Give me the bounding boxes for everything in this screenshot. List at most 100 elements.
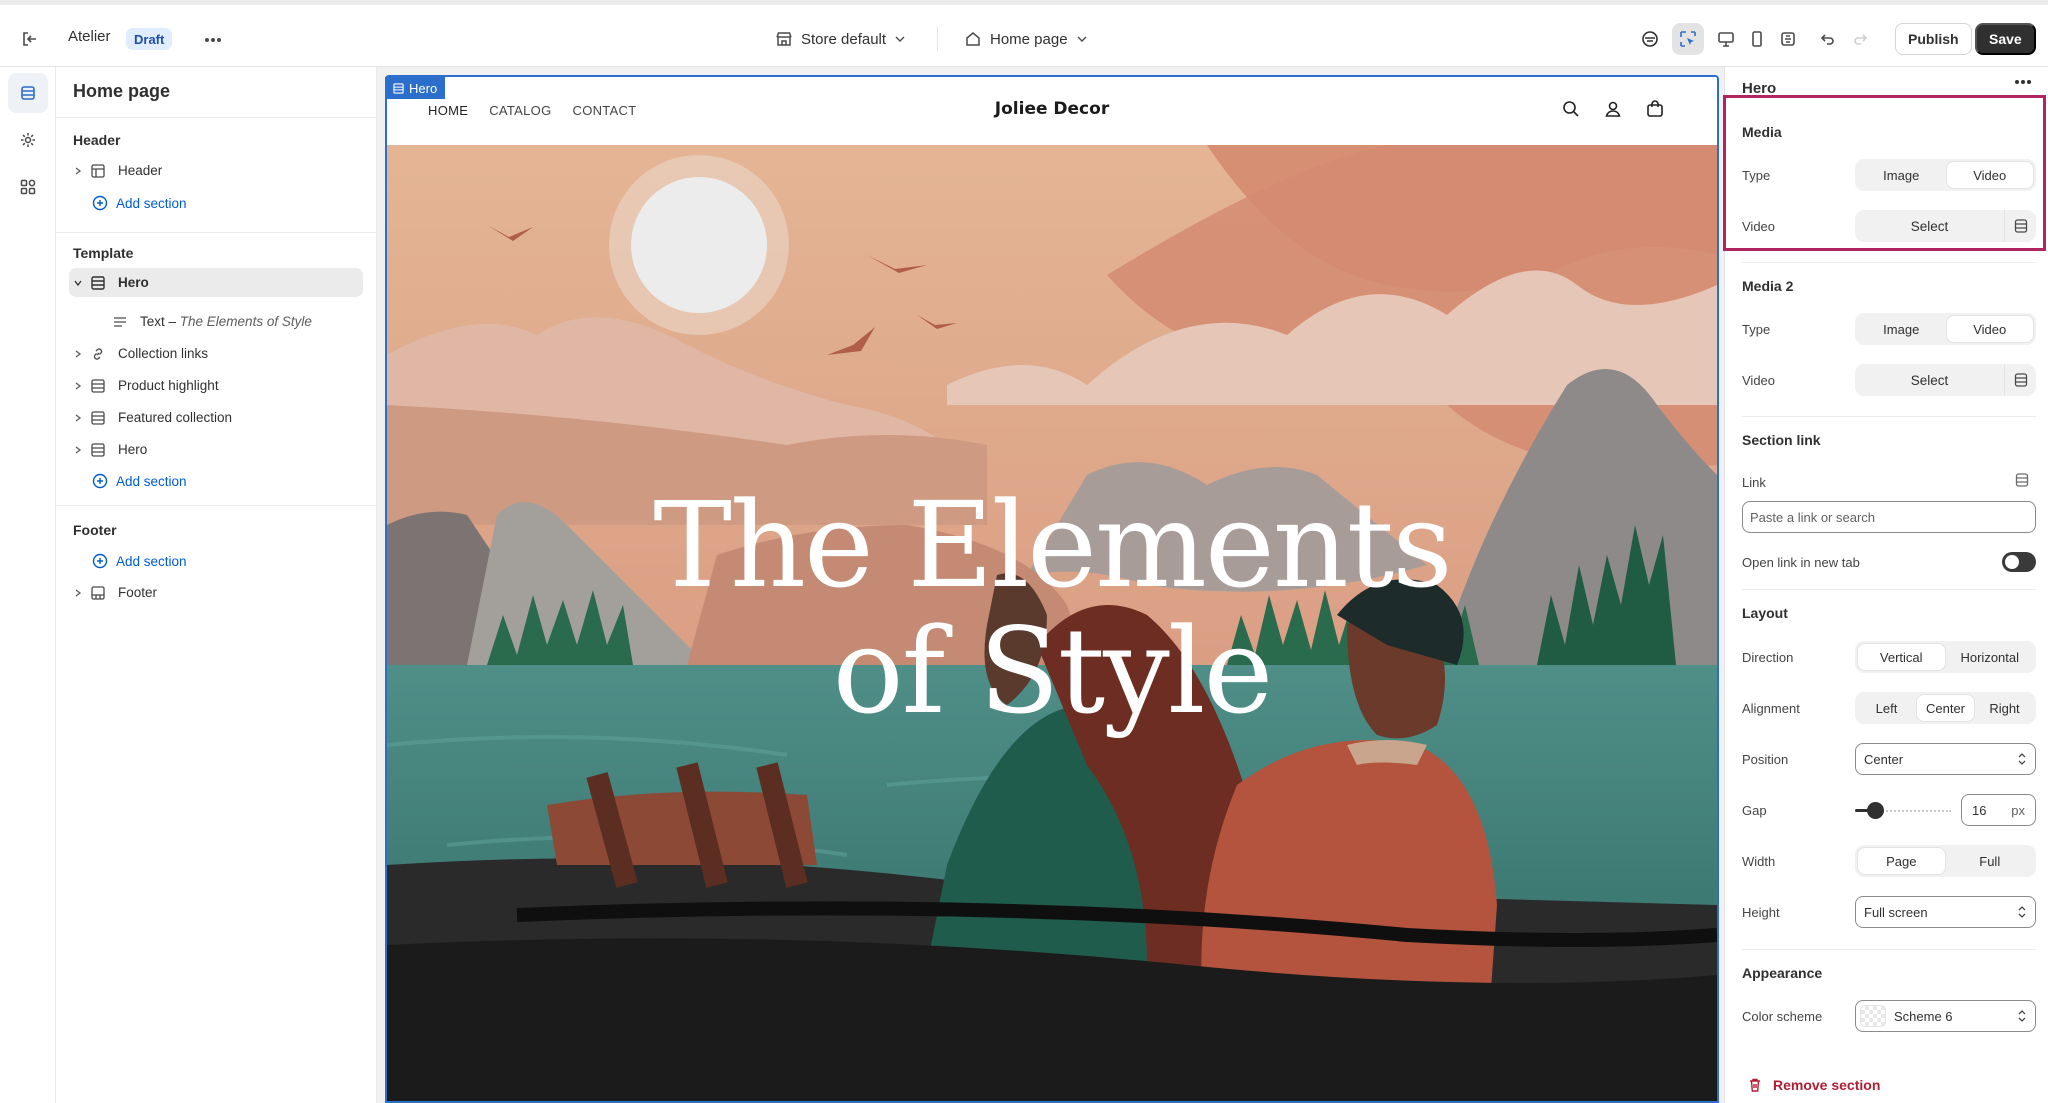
section-settings-panel: Hero Media Type Image Video Video Select… (1724, 67, 2048, 1103)
app-name: Atelier (68, 28, 111, 45)
media-type-label: Type (1742, 168, 1771, 183)
fullscreen-icon[interactable] (1772, 23, 1804, 55)
sidebar-item-header[interactable]: Header (69, 156, 363, 185)
width-page-option[interactable]: Page (1858, 848, 1945, 874)
divider (56, 232, 377, 233)
alignment-right-option[interactable]: Right (1976, 695, 2033, 721)
text-block-type: Text (140, 314, 165, 329)
panel-title: Hero (1742, 80, 1777, 97)
open-new-tab-toggle[interactable] (2002, 552, 2036, 572)
chevron-right-icon[interactable] (69, 445, 87, 455)
add-section-template-button[interactable]: Add section (92, 469, 187, 493)
section-icon (393, 82, 404, 94)
store-selector[interactable]: Store default (775, 25, 906, 53)
media-video-label: Video (1742, 219, 1776, 234)
sidebar-item-footer[interactable]: Footer (69, 578, 363, 607)
gap-slider[interactable] (1855, 794, 1951, 826)
settings-gear-icon[interactable] (8, 120, 48, 160)
height-select[interactable]: Full screen (1855, 896, 2036, 928)
media2-video-select-button[interactable]: Select (1855, 373, 2004, 388)
store-brand[interactable]: Joliee Decor (387, 99, 1717, 119)
chevron-right-icon[interactable] (69, 588, 87, 598)
position-select[interactable]: Center (1855, 743, 2036, 775)
database-icon[interactable] (2004, 210, 2036, 242)
alignment-left-option[interactable]: Left (1858, 695, 1915, 721)
color-scheme-value: Scheme 6 (1894, 1008, 1953, 1024)
chevron-right-icon[interactable] (69, 413, 87, 423)
ai-assistant-icon[interactable] (1634, 23, 1666, 55)
save-button[interactable]: Save (1975, 23, 2036, 55)
media-type-image-option[interactable]: Image (1858, 162, 1945, 188)
database-icon[interactable] (2014, 472, 2030, 488)
sidebar-item-product-highlight[interactable]: Product highlight (69, 371, 363, 400)
gap-number-field[interactable]: 16 px (1961, 794, 2036, 826)
divider (1742, 416, 2036, 417)
page-selector[interactable]: Home page (964, 25, 1088, 53)
slider-thumb[interactable] (1867, 802, 1884, 819)
direction-horizontal-option[interactable]: Horizontal (1947, 644, 2034, 670)
sidebar-item-label: Collection links (118, 346, 209, 361)
media-type-toggle: Image Video (1855, 159, 2036, 191)
sidebar-item-hero-2[interactable]: Hero (69, 435, 363, 464)
sections-icon[interactable] (8, 73, 48, 113)
sidebar-item-label: Header (118, 163, 163, 178)
media2-type-label: Type (1742, 322, 1771, 337)
inspector-icon[interactable] (1672, 23, 1704, 55)
media2-video-picker: Select (1855, 364, 2036, 396)
chevron-right-icon[interactable] (69, 349, 87, 359)
undo-icon[interactable] (1811, 23, 1843, 55)
chevron-right-icon[interactable] (69, 166, 87, 176)
add-section-header-button[interactable]: Add section (92, 191, 187, 215)
alignment-center-option[interactable]: Center (1917, 695, 1974, 721)
database-icon[interactable] (2004, 364, 2036, 396)
color-scheme-select[interactable]: Scheme 6 (1855, 1000, 2036, 1032)
account-icon[interactable] (1603, 99, 1623, 119)
chevron-down-icon (1076, 33, 1088, 45)
text-block-detail: The Elements of Style (179, 314, 312, 329)
publish-button[interactable]: Publish (1895, 23, 1972, 55)
chevron-down-icon (894, 33, 906, 45)
more-options-icon[interactable] (2014, 79, 2032, 85)
top-bar: Atelier Draft Store default Home page Pu… (0, 0, 2048, 67)
add-section-footer-button[interactable]: Add section (92, 549, 187, 573)
sidebar-item-label: Hero (118, 442, 148, 457)
sidebar-item-hero[interactable]: Hero (69, 268, 363, 297)
sidebar-item-text-block[interactable]: Text – The Elements of Style (109, 307, 363, 336)
select-arrows-icon (2017, 905, 2027, 919)
section-icon (90, 378, 112, 394)
add-section-label: Add section (116, 553, 187, 569)
direction-vertical-option[interactable]: Vertical (1858, 644, 1945, 670)
hero-heading-line-2: of Style (832, 602, 1274, 740)
open-new-tab-label: Open link in new tab (1742, 555, 1860, 570)
sidebar-item-collection-links[interactable]: Collection links (69, 339, 363, 368)
mobile-view-icon[interactable] (1741, 23, 1773, 55)
section-icon (90, 442, 112, 458)
width-full-option[interactable]: Full (1947, 848, 2034, 874)
link-input[interactable] (1742, 501, 2036, 533)
selected-section-tag[interactable]: Hero (385, 77, 446, 99)
position-label: Position (1742, 752, 1789, 767)
media-type-video-option[interactable]: Video (1946, 162, 2033, 188)
color-scheme-swatch (1860, 1005, 1886, 1027)
hero-heading[interactable]: The Elements of Style (387, 482, 1717, 734)
media-video-select-button[interactable]: Select (1855, 219, 2004, 234)
chevron-right-icon[interactable] (69, 381, 87, 391)
sections-sidebar: Home page Header Header Add section Temp… (56, 67, 377, 1103)
sidebar-item-featured-collection[interactable]: Featured collection (69, 403, 363, 432)
redo-icon[interactable] (1845, 23, 1877, 55)
apps-icon[interactable] (8, 167, 48, 207)
remove-section-button[interactable]: Remove section (1747, 1077, 1880, 1093)
sidebar-title: Home page (73, 81, 171, 101)
cart-icon[interactable] (1645, 99, 1665, 119)
media2-type-video-option[interactable]: Video (1946, 316, 2033, 342)
media2-type-image-option[interactable]: Image (1858, 316, 1945, 342)
text-block-icon (112, 314, 134, 330)
status-badge: Draft (126, 28, 173, 50)
search-icon[interactable] (1561, 99, 1581, 119)
chevron-down-icon[interactable] (69, 278, 87, 288)
more-options-icon[interactable] (202, 29, 224, 51)
exit-icon[interactable] (18, 27, 42, 51)
store-preview[interactable]: HOME CATALOG CONTACT Joliee Decor The El… (385, 75, 1719, 1103)
home-icon (964, 30, 982, 48)
desktop-view-icon[interactable] (1710, 23, 1742, 55)
